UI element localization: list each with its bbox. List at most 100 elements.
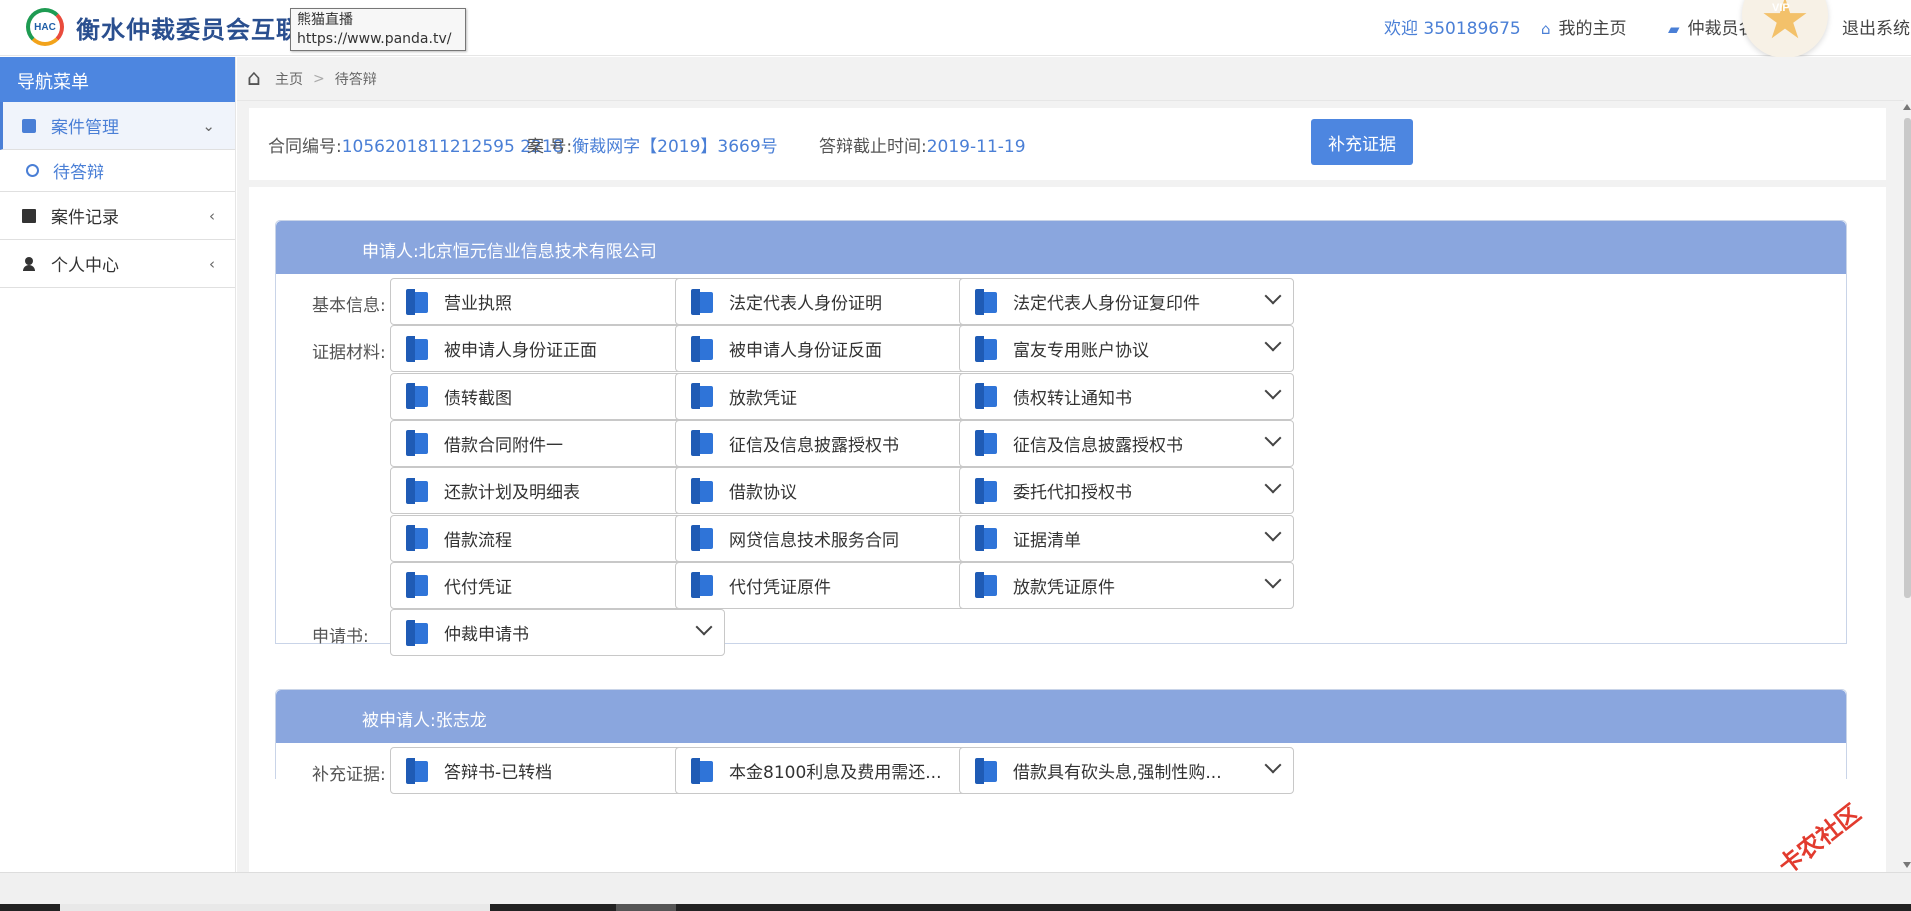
evidence-label: 富友专用账户协议 [1013, 341, 1149, 362]
evidence-label: 代付凭证原件 [729, 577, 831, 598]
chevron-down-icon [1264, 382, 1282, 400]
respondent-name: 张志龙 [435, 711, 487, 731]
sidebar-item-label: 待答辩 [53, 163, 104, 183]
vip-badge[interactable]: ★ VIP [1742, 0, 1828, 58]
evidence-label: 放款凭证原件 [1013, 577, 1115, 598]
taskbar-segment [60, 904, 490, 911]
supplement-evidence-button[interactable]: 补充证据 [1311, 119, 1413, 165]
evidence-label: 本金8100利息及费用需还... [729, 763, 942, 783]
book-icon [406, 757, 430, 784]
case-number: 案 号:衡裁网字【2019】3669号 [527, 132, 778, 157]
evidence-card: 申请人:北京恒元信业信息技术有限公司 基本信息: 营业执照 法定代表人身份证明 法定代… [249, 187, 1886, 887]
contract-number: 合同编号:1056201811212595 2218 [268, 132, 563, 157]
respondent-label: 被申请人: [362, 711, 436, 731]
my-home-label: 我的主页 [1558, 19, 1627, 39]
breadcrumb: ⌂ 主页 > 待答辩 [237, 57, 1911, 101]
evidence-dropdown[interactable]: 债权转让通知书 [959, 372, 1294, 420]
book-icon [975, 430, 999, 457]
case-value: 衡裁网字【2019】3669号 [572, 137, 778, 157]
person-icon [22, 256, 36, 271]
breadcrumb-home[interactable]: 主页 [275, 69, 303, 89]
chevron-down-icon [1264, 334, 1282, 352]
scrollbar-thumb[interactable] [1904, 118, 1911, 598]
book-icon [975, 757, 999, 784]
book-icon [975, 383, 999, 410]
chevron-down-icon: ⌄ [202, 116, 215, 135]
my-home-link[interactable]: ⌂ 我的主页 [1541, 14, 1627, 39]
book-icon [406, 525, 430, 551]
tooltip-url: https://www.panda.tv/ [297, 31, 452, 47]
evidence-label: 借款具有砍头息,强制性购... [1013, 763, 1222, 783]
sidebar-item-label: 个人中心 [51, 256, 119, 276]
evidence-dropdown[interactable]: 富友专用账户协议 [959, 325, 1294, 373]
evidence-label: 被申请人身份证正面 [444, 341, 597, 362]
chevron-left-icon: ‹ [209, 254, 215, 273]
book-icon [691, 335, 715, 362]
contract-label: 合同编号: [268, 137, 342, 157]
evidence-dropdown[interactable]: 借款具有砍头息,强制性购... [959, 747, 1294, 794]
book-icon [975, 477, 999, 504]
evidence-label: 还款计划及明细表 [444, 483, 580, 504]
note-icon [22, 208, 36, 223]
scroll-up-icon[interactable] [1903, 104, 1911, 110]
nav-title: 导航菜单 [0, 57, 235, 102]
breadcrumb-current: 待答辩 [334, 71, 377, 88]
main-content: ⌂ 主页 > 待答辩 合同编号:1056201811212595 2218 案 … [237, 57, 1911, 887]
circle-icon [26, 164, 39, 177]
evidence-label: 营业执照 [444, 294, 512, 314]
vip-label: VIP [1772, 2, 1790, 14]
evidence-label: 法定代表人身份证明 [729, 294, 882, 314]
evidence-label: 借款协议 [729, 483, 797, 504]
chevron-down-icon [695, 618, 713, 636]
chevron-left-icon: ‹ [209, 206, 215, 225]
book-icon [406, 430, 430, 457]
book-icon [691, 757, 715, 784]
evidence-label: 网贷信息技术服务合同 [729, 530, 899, 551]
logout-link[interactable]: 退出系统 [1842, 14, 1910, 39]
applicant-panel: 申请人:北京恒元信业信息技术有限公司 基本信息: 营业执照 法定代表人身份证明 法定代… [275, 220, 1847, 657]
evidence-label: 征信及信息披露授权书 [1013, 435, 1183, 456]
evidence-dropdown[interactable]: 证据清单 [959, 514, 1294, 562]
respondent-panel: 被申请人:张志龙 补充证据: 答辩书-已转档 本金8100利息及费用需还... 借款具… [275, 689, 1847, 794]
sidebar-item-personal-center[interactable]: 个人中心 ‹ [0, 240, 235, 288]
applicant-header: 申请人:北京恒元信业信息技术有限公司 [276, 221, 1846, 274]
taskbar [0, 904, 1911, 911]
evidence-label: 放款凭证 [729, 388, 797, 409]
evidence-label: 债转截图 [444, 388, 512, 409]
row-label: 申请书: [312, 627, 369, 648]
book-icon [691, 477, 715, 504]
defense-deadline: 答辩截止时间:2019-11-19 [819, 132, 1026, 157]
book-icon [406, 572, 430, 599]
evidence-label: 借款流程 [444, 530, 512, 551]
scroll-down-icon[interactable] [1903, 862, 1911, 868]
applicant-label: 申请人: [362, 242, 419, 262]
home-icon: ⌂ [1541, 20, 1551, 38]
book-icon [406, 335, 430, 362]
evidence-dropdown[interactable]: 放款凭证原件 [959, 561, 1294, 609]
applicant-name: 北京恒元信业信息技术有限公司 [418, 242, 657, 262]
evidence-label: 法定代表人身份证复印件 [1013, 294, 1200, 314]
case-info-bar: 合同编号:1056201811212595 2218 案 号:衡裁网字【2019… [249, 108, 1886, 180]
book-icon [975, 288, 999, 315]
sidebar-item-case-management[interactable]: 案件管理 ⌄ [0, 102, 235, 150]
evidence-dropdown[interactable]: 仲裁申请书 [390, 609, 725, 657]
chevron-down-icon [1264, 571, 1282, 589]
chevron-down-icon [1264, 476, 1282, 494]
sidebar-item-case-records[interactable]: 案件记录 ‹ [0, 192, 235, 240]
sidebar-item-label: 案件管理 [51, 118, 119, 138]
sidebar: 导航菜单 案件管理 ⌄ 待答辩 案件记录 ‹ 个人中心 ‹ [0, 57, 236, 877]
row-label: 基本信息: [312, 296, 386, 316]
logout-label: 退出系统 [1842, 19, 1910, 39]
evidence-dropdown[interactable]: 委托代扣授权书 [959, 467, 1294, 515]
chevron-down-icon [1264, 524, 1282, 541]
evidence-dropdown[interactable]: 法定代表人身份证复印件 [959, 278, 1294, 325]
evidence-label: 被申请人身份证反面 [729, 341, 882, 362]
case-label: 案 号: [527, 137, 573, 157]
evidence-dropdown[interactable]: 征信及信息披露授权书 [959, 419, 1294, 467]
sidebar-item-pending-defense[interactable]: 待答辩 [0, 150, 235, 192]
chevron-down-icon [1264, 287, 1282, 305]
tooltip-title: 熊猫直播 [297, 12, 353, 28]
deadline-label: 答辩截止时间: [819, 137, 927, 157]
home-icon[interactable]: ⌂ [247, 66, 261, 91]
book-icon [406, 288, 430, 315]
